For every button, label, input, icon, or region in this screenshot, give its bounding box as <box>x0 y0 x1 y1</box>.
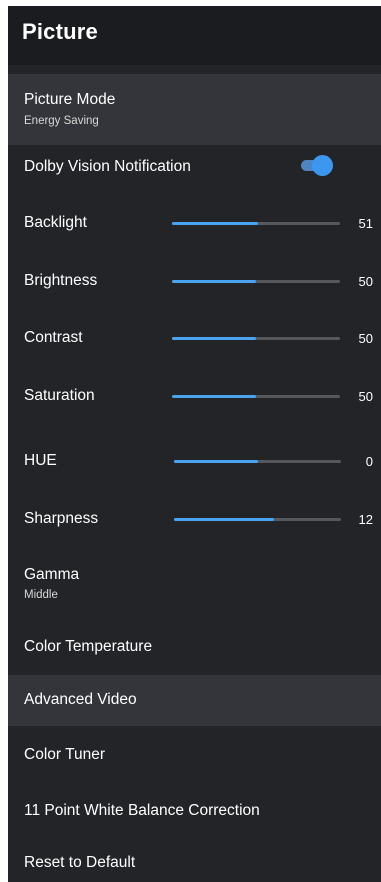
slider-fill <box>174 518 275 521</box>
panel-header: Picture <box>8 6 381 65</box>
slider-label: Saturation <box>24 387 95 404</box>
slider-fill <box>172 280 256 283</box>
reset-to-default-item[interactable]: Reset to Default <box>8 846 381 882</box>
gamma-item[interactable]: Gamma Middle <box>8 558 381 616</box>
slider-track[interactable] <box>172 337 340 340</box>
slider-track[interactable] <box>172 395 340 398</box>
color-temperature-item[interactable]: Color Temperature <box>8 628 381 666</box>
slider-label: Sharpness <box>24 510 99 527</box>
slider-value: 50 <box>358 389 373 404</box>
slider-label: Backlight <box>24 214 87 231</box>
menu-item-label: Color Temperature <box>24 638 153 655</box>
dolby-vision-toggle[interactable] <box>301 155 333 176</box>
menu-item-label: Advanced Video <box>24 691 137 708</box>
slider-value: 50 <box>358 331 373 346</box>
slider-track[interactable] <box>172 222 340 225</box>
slider-label: Contrast <box>24 329 83 346</box>
slider-fill <box>174 460 258 463</box>
slider-row-backlight[interactable]: Backlight 51 <box>8 205 381 241</box>
picture-mode-value: Energy Saving <box>24 115 99 127</box>
white-balance-correction-item[interactable]: 11 Point White Balance Correction <box>8 792 381 830</box>
dolby-vision-notification-item[interactable]: Dolby Vision Notification <box>8 148 381 188</box>
gamma-label: Gamma <box>24 566 80 583</box>
slider-fill <box>172 395 256 398</box>
slider-value: 12 <box>358 512 373 527</box>
slider-row-contrast[interactable]: Contrast 50 <box>8 320 381 356</box>
advanced-video-item[interactable]: Advanced Video <box>8 675 381 726</box>
toggle-knob <box>312 155 333 176</box>
slider-value: 0 <box>365 454 373 469</box>
gamma-value: Middle <box>24 589 58 601</box>
slider-value: 51 <box>358 216 373 231</box>
slider-track[interactable] <box>174 518 341 521</box>
slider-row-saturation[interactable]: Saturation 50 <box>8 378 381 414</box>
slider-track[interactable] <box>174 460 341 463</box>
slider-track[interactable] <box>172 280 340 283</box>
color-tuner-item[interactable]: Color Tuner <box>8 736 381 774</box>
picture-mode-item[interactable]: Picture Mode Energy Saving <box>8 74 381 145</box>
menu-item-label: 11 Point White Balance Correction <box>24 802 260 819</box>
page-title: Picture <box>22 19 98 44</box>
slider-fill <box>172 337 256 340</box>
menu-item-label: Color Tuner <box>24 746 105 763</box>
slider-row-sharpness[interactable]: Sharpness 12 <box>8 501 381 537</box>
slider-row-brightness[interactable]: Brightness 50 <box>8 263 381 299</box>
slider-label: Brightness <box>24 272 98 289</box>
slider-label: HUE <box>24 452 57 469</box>
slider-fill <box>172 222 258 225</box>
picture-mode-label: Picture Mode <box>24 91 116 108</box>
slider-value: 50 <box>358 274 373 289</box>
dolby-vision-label: Dolby Vision Notification <box>24 158 191 175</box>
picture-settings-panel: Picture Picture Mode Energy Saving Dolby… <box>8 6 381 882</box>
menu-item-label: Reset to Default <box>24 854 136 871</box>
slider-row-hue[interactable]: HUE 0 <box>8 443 381 479</box>
